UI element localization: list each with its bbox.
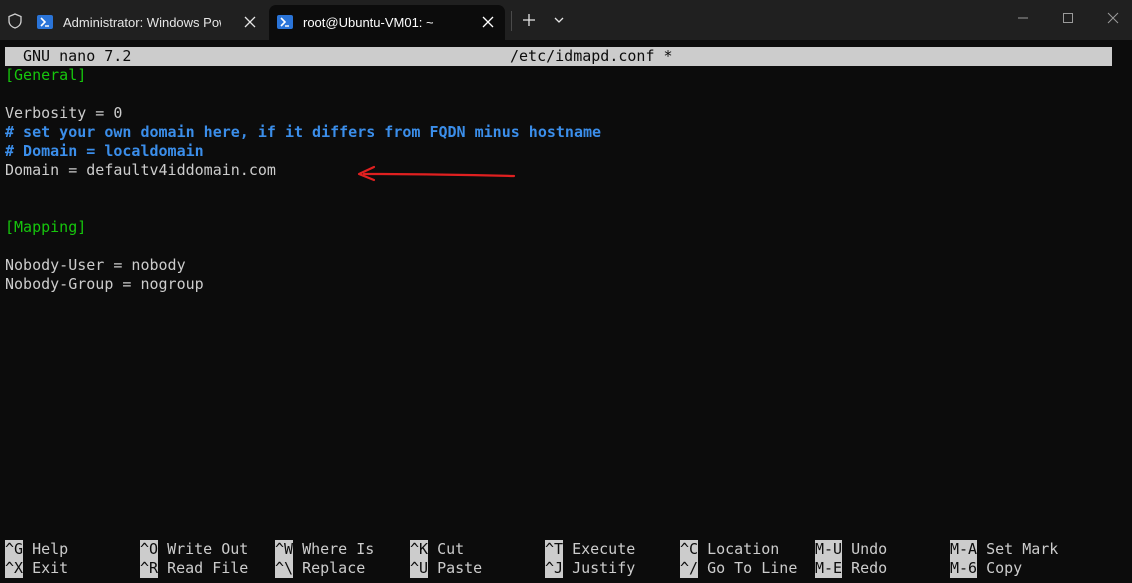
shortcut-key: ^W	[275, 540, 294, 559]
editor-line[interactable]: Nobody-User = nobody	[5, 256, 186, 275]
tab-separator	[511, 11, 512, 31]
shortcut-key: ^/	[680, 559, 699, 578]
shortcut-redo[interactable]: M-E Redo	[815, 559, 887, 578]
shortcut-label: Location	[707, 540, 780, 558]
nano-version: GNU nano 7.2	[23, 47, 132, 65]
editor-line[interactable]: # Domain = localdomain	[5, 142, 204, 161]
powershell-icon	[277, 15, 293, 29]
minimize-icon[interactable]	[1016, 11, 1030, 25]
shortcut-key: ^O	[140, 540, 159, 559]
shortcut-execute[interactable]: ^T Execute	[545, 540, 635, 559]
file-name: /etc/idmapd.conf *	[510, 47, 673, 65]
shortcut-key: ^X	[5, 559, 24, 578]
shortcut-label: Replace	[302, 559, 366, 577]
shortcut-key: M-E	[815, 559, 843, 578]
shortcut-cut[interactable]: ^K Cut	[410, 540, 464, 559]
shield-icon[interactable]	[6, 12, 24, 30]
shortcut-label: Justify	[572, 559, 636, 577]
maximize-icon[interactable]	[1061, 11, 1075, 25]
shortcut-go-to-line[interactable]: ^/ Go To Line	[680, 559, 797, 578]
shortcut-key: M-6	[950, 559, 978, 578]
shortcut-read-file[interactable]: ^R Read File	[140, 559, 248, 578]
tab-title: root@Ubuntu-VM01: ~	[303, 15, 434, 30]
shortcut-label: Help	[32, 540, 69, 558]
shortcut-write-out[interactable]: ^O Write Out	[140, 540, 248, 559]
shortcut-label: Copy	[986, 559, 1023, 577]
shortcut-location[interactable]: ^C Location	[680, 540, 779, 559]
shortcut-label: Where Is	[302, 540, 375, 558]
shortcut-key: ^\	[275, 559, 294, 578]
tab-windows-powershell[interactable]: Administrator: Windows PowerShell	[29, 5, 267, 40]
editor-line[interactable]: Nobody-Group = nogroup	[5, 275, 204, 294]
close-icon[interactable]	[1106, 11, 1120, 25]
powershell-icon	[37, 15, 53, 29]
shortcut-undo[interactable]: M-U Undo	[815, 540, 887, 559]
shortcut-set-mark[interactable]: M-A Set Mark	[950, 540, 1058, 559]
editor-line[interactable]: [Mapping]	[5, 218, 86, 237]
shortcut-label: Exit	[32, 559, 69, 577]
red-arrow-annotation	[357, 165, 516, 182]
shortcut-replace[interactable]: ^\ Replace	[275, 559, 365, 578]
editor-line[interactable]: # set your own domain here, if it differ…	[5, 123, 601, 142]
shortcut-label: Read File	[167, 559, 249, 577]
shortcut-key: M-U	[815, 540, 843, 559]
shortcut-exit[interactable]: ^X Exit	[5, 559, 68, 578]
shortcut-label: Undo	[851, 540, 888, 558]
shortcut-key: ^U	[410, 559, 429, 578]
shortcut-label: Execute	[572, 540, 636, 558]
shortcut-copy[interactable]: M-6 Copy	[950, 559, 1022, 578]
shortcut-label: Redo	[851, 559, 888, 577]
shortcut-label: Set Mark	[986, 540, 1059, 558]
shortcut-where-is[interactable]: ^W Where Is	[275, 540, 374, 559]
shortcut-label: Write Out	[167, 540, 249, 558]
title-bar: Administrator: Windows PowerShell root@U…	[0, 0, 1132, 40]
editor-line[interactable]: Verbosity = 0	[5, 104, 122, 123]
shortcut-key: ^C	[680, 540, 699, 559]
close-tab-icon[interactable]	[481, 15, 495, 29]
shortcut-help[interactable]: ^G Help	[5, 540, 68, 559]
shortcut-key: ^K	[410, 540, 429, 559]
editor-line[interactable]: [General]	[5, 66, 86, 85]
shortcut-key: M-A	[950, 540, 978, 559]
shortcut-justify[interactable]: ^J Justify	[545, 559, 635, 578]
shortcut-label: Cut	[437, 540, 465, 558]
shortcut-key: ^G	[5, 540, 24, 559]
terminal-area[interactable]: GNU nano 7.2 /etc/idmapd.conf * [General…	[0, 40, 1132, 583]
dropdown-icon[interactable]	[553, 15, 565, 25]
shortcut-paste[interactable]: ^U Paste	[410, 559, 482, 578]
tab-title: Administrator: Windows PowerShell	[63, 15, 221, 30]
close-tab-icon[interactable]	[243, 15, 257, 29]
tab-ubuntu-vm[interactable]: root@Ubuntu-VM01: ~	[269, 5, 505, 40]
editor-line[interactable]: Domain = defaultv4iddomain.com	[5, 161, 276, 180]
shortcut-key: ^T	[545, 540, 564, 559]
shortcut-key: ^R	[140, 559, 159, 578]
nano-header-bar: GNU nano 7.2 /etc/idmapd.conf *	[5, 47, 1112, 66]
shortcut-key: ^J	[545, 559, 564, 578]
new-tab-icon[interactable]	[522, 13, 536, 27]
shortcut-label: Go To Line	[707, 559, 798, 577]
shortcut-label: Paste	[437, 559, 483, 577]
